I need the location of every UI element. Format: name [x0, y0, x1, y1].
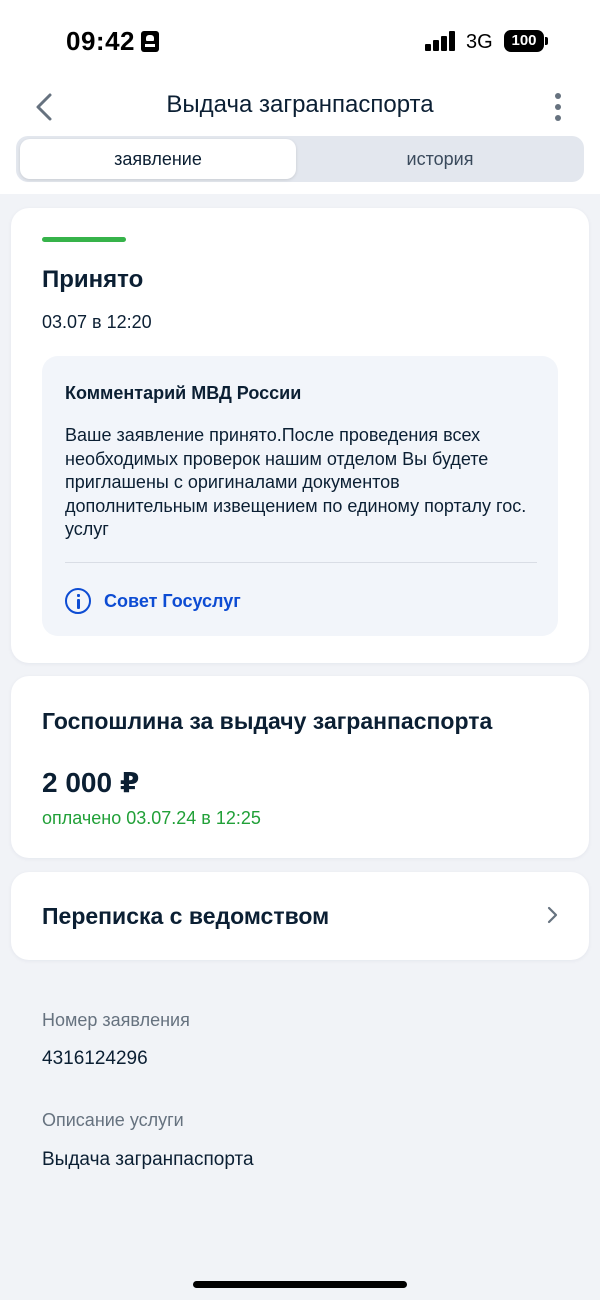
page-title: Выдача загранпаспорта: [166, 91, 434, 118]
correspondence-title: Переписка с ведомством: [42, 903, 330, 929]
correspondence-row[interactable]: Переписка с ведомством: [11, 872, 589, 960]
divider: [65, 562, 537, 563]
more-vertical-icon[interactable]: [550, 92, 566, 124]
tabs-container: заявление история: [0, 136, 600, 194]
service-description-value: Выдача загранпаспорта: [42, 1149, 254, 1170]
id-card-icon: [141, 31, 159, 52]
screen: 09:42 3G 100 Выдача загранпаспорта заявл…: [0, 0, 600, 1300]
header: Выдача загранпаспорта: [0, 80, 600, 136]
fee-card: Госпошлина за выдачу загранпаспорта 2 00…: [11, 676, 589, 858]
comment-box: Комментарий МВД России Ваше заявление пр…: [42, 356, 558, 636]
comment-text: Ваше заявление принято.После проведения …: [65, 425, 527, 539]
chevron-right-icon: [547, 906, 558, 924]
application-number-value: 4316124296: [42, 1048, 148, 1069]
tab-history[interactable]: история: [300, 139, 580, 179]
status-progress-bar: [42, 237, 126, 242]
status-title: Принято: [42, 266, 144, 293]
fee-amount: 2 000 ₽: [42, 767, 140, 798]
info-icon: [65, 588, 91, 614]
network-type: 3G: [466, 31, 493, 53]
segmented-tabs: заявление история: [16, 136, 584, 182]
status-time: 09:42: [66, 26, 135, 56]
status-bar: 09:42 3G 100: [0, 0, 600, 80]
status-card: Принято 03.07 в 12:20 Комментарий МВД Ро…: [11, 208, 589, 663]
status-date: 03.07 в 12:20: [42, 312, 152, 332]
tab-application[interactable]: заявление: [20, 139, 296, 179]
signal-icon: [425, 31, 457, 51]
gosuslugi-tip-link[interactable]: Совет Госуслуг: [65, 586, 241, 616]
application-number-label: Номер заявления: [42, 1010, 190, 1030]
comment-title: Комментарий МВД России: [65, 383, 302, 403]
home-indicator[interactable]: [193, 1281, 407, 1288]
fee-title: Госпошлина за выдачу загранпаспорта: [42, 708, 493, 734]
fee-paid-status: оплачено 03.07.24 в 12:25: [42, 808, 261, 828]
tip-label: Совет Госуслуг: [104, 590, 241, 611]
battery-icon: 100: [504, 30, 548, 52]
service-description-label: Описание услуги: [42, 1110, 184, 1130]
